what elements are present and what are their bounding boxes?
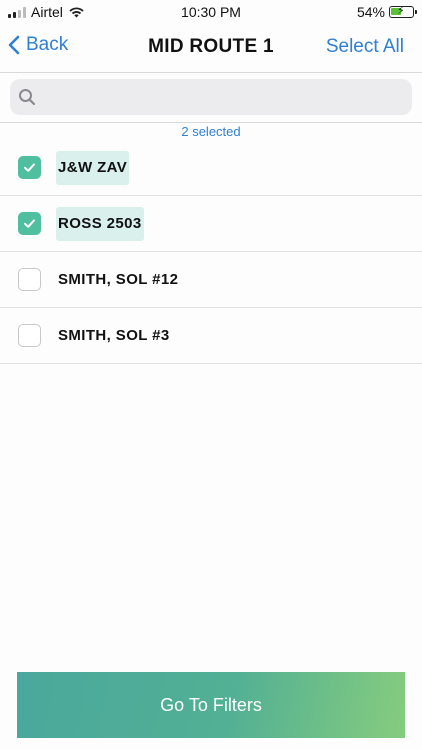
list-item-label: ROSS 2503: [56, 207, 144, 241]
search-input[interactable]: [10, 79, 412, 115]
list-item-label: J&W ZAV: [56, 151, 130, 185]
list-item-label: SMITH, SOL #3: [58, 327, 170, 344]
list-item-label: SMITH, SOL #12: [58, 271, 179, 288]
list-item[interactable]: J&W ZAV: [0, 140, 422, 196]
search-icon: [19, 89, 36, 106]
checkmark-icon: [24, 219, 35, 228]
battery-tip: [415, 10, 417, 14]
list-item[interactable]: SMITH, SOL #12: [0, 252, 422, 308]
charging-bolt-icon: ⚡: [397, 5, 405, 17]
select-all-button[interactable]: Select All: [326, 36, 404, 58]
checkbox[interactable]: [18, 324, 41, 347]
checkmark-icon: [24, 163, 35, 172]
status-bar: Airtel 10:30 PM 54% ⚡: [0, 0, 422, 24]
item-list: J&W ZAV ROSS 2503 SMITH, SOL #12 SMITH, …: [0, 140, 422, 364]
status-right: 54% ⚡: [356, 4, 417, 20]
checkbox[interactable]: [18, 212, 41, 235]
go-to-filters-button[interactable]: Go To Filters: [17, 672, 405, 738]
checkbox[interactable]: [18, 268, 41, 291]
search-bar: [10, 79, 412, 115]
screen: Airtel 10:30 PM 54% ⚡ Back MID ROUTE 1 S…: [0, 0, 422, 750]
search-divider: [0, 122, 422, 123]
selected-count: 2 selected: [181, 124, 241, 139]
list-item[interactable]: SMITH, SOL #3: [0, 308, 422, 364]
list-item[interactable]: ROSS 2503: [0, 196, 422, 252]
battery-percent: 54%: [356, 4, 385, 20]
battery-icon: ⚡: [389, 5, 417, 18]
checkbox[interactable]: [18, 156, 41, 179]
nav-bar: Back MID ROUTE 1 Select All: [0, 24, 422, 72]
nav-divider: [0, 72, 422, 73]
